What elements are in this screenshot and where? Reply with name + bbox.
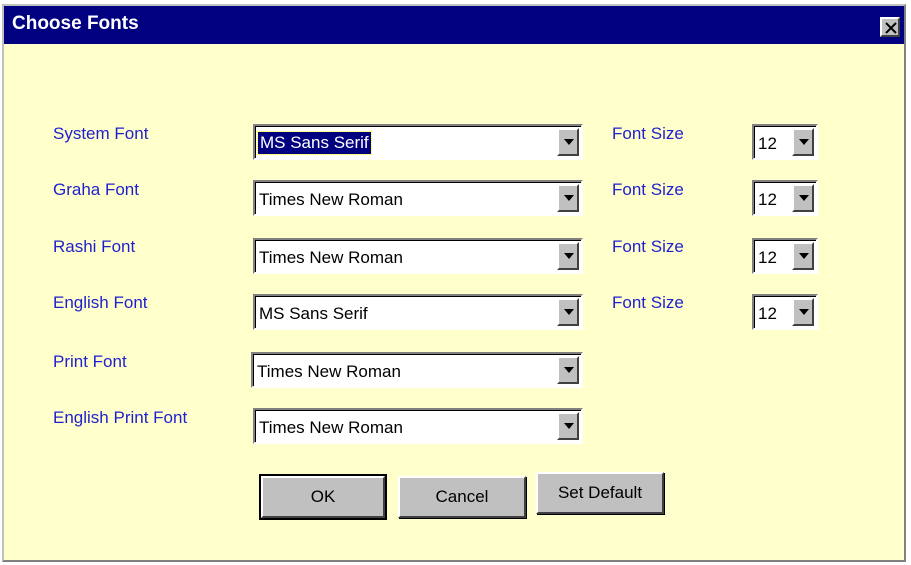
chevron-down-icon [564,367,574,373]
close-button[interactable] [880,17,900,37]
system-font-select[interactable]: MS Sans Serif [253,124,583,160]
ok-button-label: OK [310,487,336,506]
print-font-dropdown-button[interactable] [557,356,579,384]
english-font-select[interactable]: MS Sans Serif [253,294,583,330]
chevron-down-icon [564,139,574,145]
graha-font-size-select[interactable]: 12 [752,180,818,216]
system-font-size-value: 12 [758,134,777,153]
chevron-down-icon [564,309,574,315]
system-font-label: System Font [53,124,149,143]
english-font-dropdown-button[interactable] [557,298,579,326]
chevron-down-icon [564,253,574,259]
graha-font-size-label: Font Size [612,180,684,199]
rashi-font-label: Rashi Font [53,237,136,256]
cancel-button-label: Cancel [435,487,489,506]
system-font-size-select[interactable]: 12 [752,124,818,160]
english-print-font-dropdown-button[interactable] [557,412,579,440]
graha-font-size-value: 12 [758,190,777,209]
cancel-button[interactable]: Cancel [398,476,526,518]
rashi-font-size-select[interactable]: 12 [752,238,818,274]
graha-font-value: Times New Roman [259,190,403,209]
english-font-size-select[interactable]: 12 [752,294,818,330]
english-font-size-label: Font Size [612,293,684,312]
chevron-down-icon [799,253,809,259]
chevron-down-icon [564,195,574,201]
title-bar[interactable]: Choose Fonts [4,6,904,44]
graha-font-dropdown-button[interactable] [557,184,579,212]
chevron-down-icon [564,423,574,429]
system-font-dropdown-button[interactable] [557,128,579,156]
rashi-font-value: Times New Roman [259,248,403,267]
close-icon [885,22,897,34]
english-print-font-label: English Print Font [53,408,188,427]
system-font-size-label: Font Size [612,124,684,143]
english-print-font-value: Times New Roman [259,418,403,437]
english-font-size-dropdown-button[interactable] [792,298,814,326]
chevron-down-icon [799,139,809,145]
system-font-value: MS Sans Serif [257,131,372,155]
chevron-down-icon [799,309,809,315]
graha-font-select[interactable]: Times New Roman [253,180,583,216]
print-font-select[interactable]: Times New Roman [251,352,583,388]
english-font-label: English Font [53,293,148,312]
graha-font-label: Graha Font [53,180,139,199]
ok-button[interactable]: OK [259,474,387,520]
english-font-value: MS Sans Serif [259,304,368,323]
choose-fonts-dialog: Choose Fonts System Font MS Sans Serif F… [2,4,906,562]
english-print-font-select[interactable]: Times New Roman [253,408,583,444]
rashi-font-dropdown-button[interactable] [557,242,579,270]
set-default-button[interactable]: Set Default [536,472,664,514]
rashi-font-size-value: 12 [758,248,777,267]
english-font-size-value: 12 [758,304,777,323]
rashi-font-size-dropdown-button[interactable] [792,242,814,270]
graha-font-size-dropdown-button[interactable] [792,184,814,212]
print-font-label: Print Font [53,352,127,371]
system-font-size-dropdown-button[interactable] [792,128,814,156]
chevron-down-icon [799,195,809,201]
dialog-title: Choose Fonts [12,13,139,34]
rashi-font-select[interactable]: Times New Roman [253,238,583,274]
print-font-value: Times New Roman [257,362,401,381]
set-default-button-label: Set Default [557,483,643,502]
rashi-font-size-label: Font Size [612,237,684,256]
